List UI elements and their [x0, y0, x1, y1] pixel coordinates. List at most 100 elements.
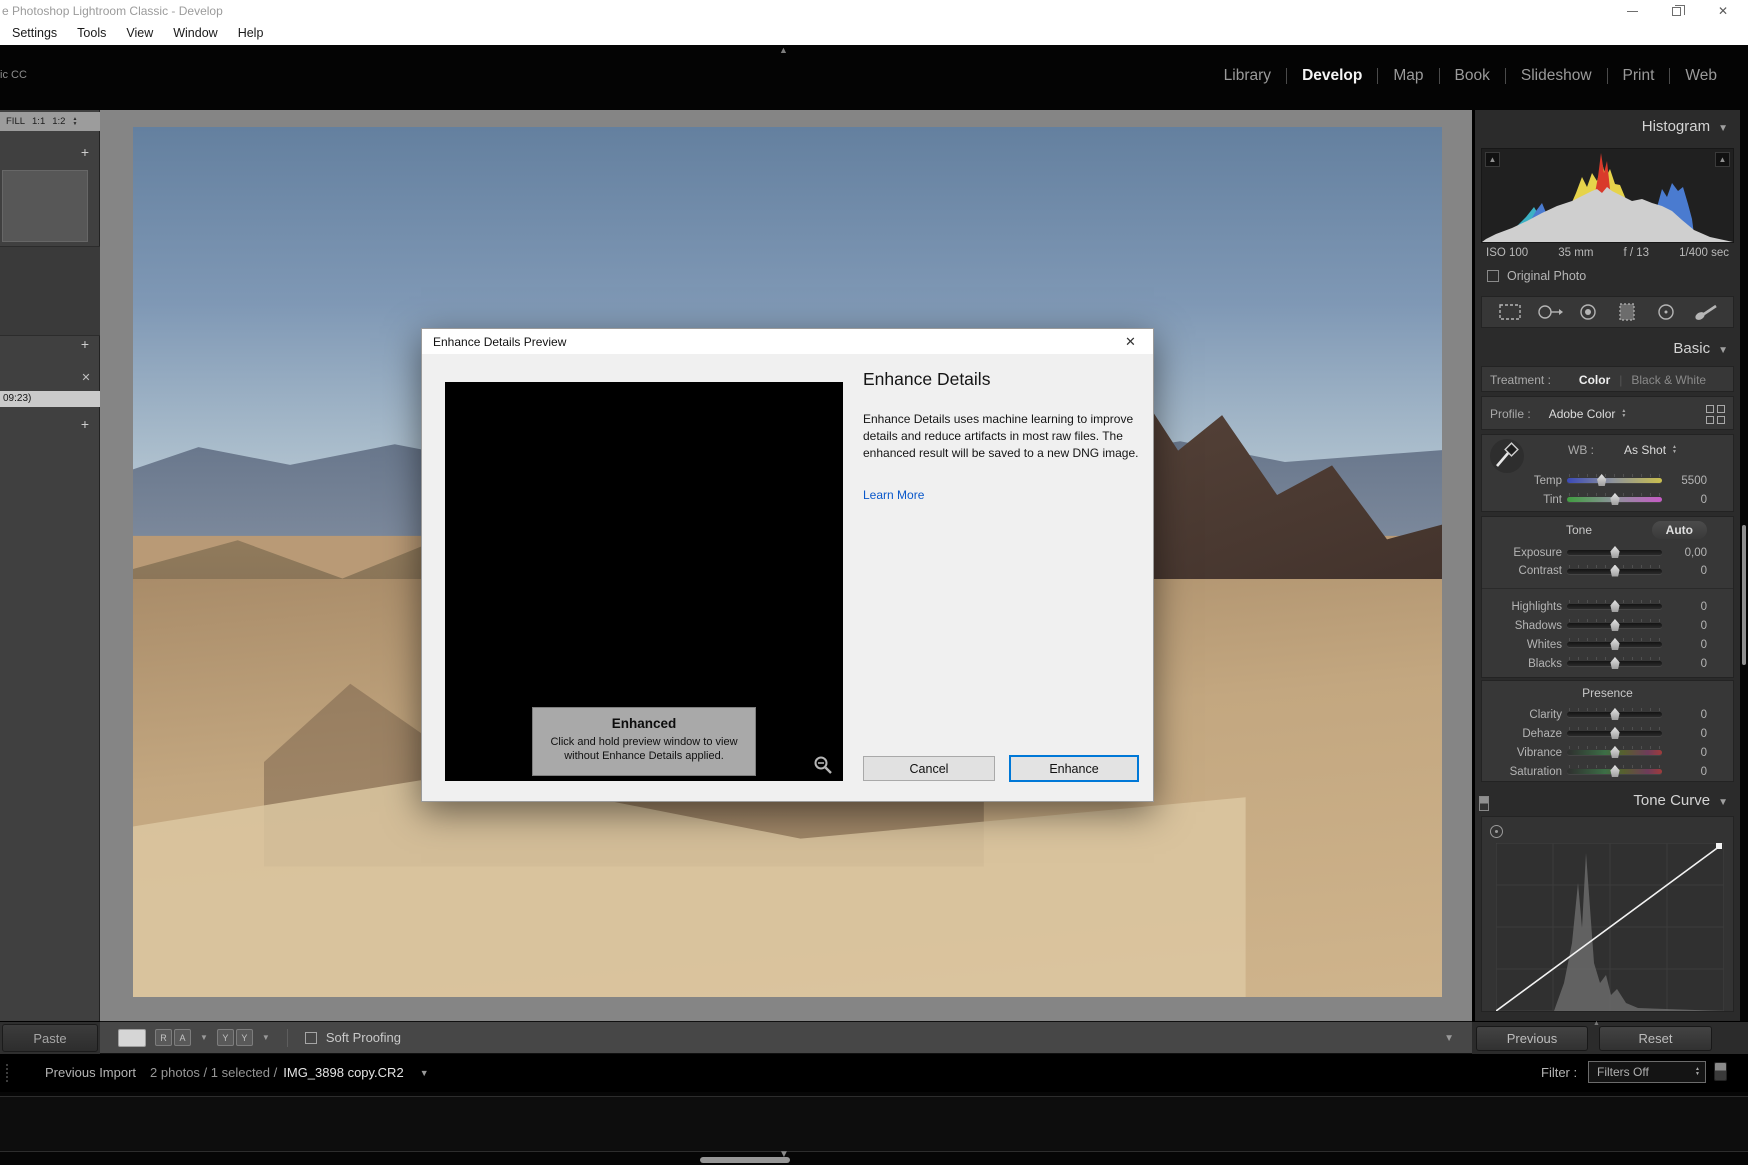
dehaze-slider[interactable] — [1567, 731, 1662, 736]
blacks-slider[interactable] — [1567, 661, 1662, 666]
menu-tools[interactable]: Tools — [67, 22, 116, 45]
restore-button[interactable] — [1653, 0, 1699, 22]
module-map[interactable]: Map — [1378, 67, 1438, 85]
loupe-view-icon[interactable] — [118, 1029, 146, 1047]
treatment-bw-option[interactable]: Black & White — [1631, 373, 1706, 387]
profile-spinner-icon[interactable] — [1621, 409, 1626, 419]
filter-dropdown[interactable]: Filters Off — [1588, 1061, 1706, 1083]
shadow-clipping-icon[interactable] — [1485, 152, 1500, 167]
previous-import-source[interactable]: Previous Import — [45, 1065, 136, 1080]
enhance-preview-window[interactable]: Enhanced Click and hold preview window t… — [445, 382, 843, 781]
module-web[interactable]: Web — [1670, 67, 1732, 85]
toolbar-options-dropdown-icon[interactable] — [1444, 1033, 1454, 1044]
tone-auto-button[interactable]: Auto — [1652, 521, 1707, 539]
highlight-clipping-icon[interactable] — [1715, 152, 1730, 167]
clear-filter-icon[interactable] — [80, 372, 92, 384]
saturation-value: 0 — [1667, 766, 1733, 778]
minimize-button[interactable] — [1609, 0, 1655, 22]
spot-removal-tool-icon[interactable] — [1533, 300, 1565, 324]
exposure-value: 0,00 — [1667, 547, 1733, 559]
zoom-preset-1-2[interactable]: 1:2 — [52, 116, 65, 127]
radial-filter-tool-icon[interactable] — [1650, 300, 1682, 324]
learn-more-link[interactable]: Learn More — [863, 488, 924, 502]
before-view-button[interactable]: Y — [217, 1029, 234, 1046]
previous-button[interactable]: Previous — [1476, 1026, 1588, 1051]
tone-curve-panel-header[interactable]: Tone Curve — [1633, 792, 1728, 809]
zoom-preset-fill[interactable]: FILL — [6, 116, 25, 127]
enhance-button[interactable]: Enhance — [1009, 755, 1139, 782]
close-button[interactable] — [1700, 0, 1746, 22]
vibrance-slider[interactable] — [1567, 750, 1662, 755]
wb-dropdown[interactable]: As Shot — [1624, 443, 1666, 457]
right-scrollbar-track[interactable] — [1740, 110, 1748, 1021]
profile-browser-icon[interactable] — [1706, 405, 1725, 424]
collections-section — [0, 246, 100, 336]
filmstrip-scrollbar-thumb[interactable] — [700, 1157, 790, 1163]
module-slideshow[interactable]: Slideshow — [1506, 67, 1607, 85]
soft-proofing-checkbox[interactable] — [305, 1032, 317, 1044]
filmstrip-track[interactable] — [0, 1096, 1748, 1152]
zoom-preset-1-1[interactable]: 1:1 — [32, 116, 45, 127]
selection-info: 2 photos / 1 selected / — [150, 1065, 277, 1080]
folders-add-button[interactable] — [78, 418, 92, 432]
selected-filename[interactable]: IMG_3898 copy.CR2 — [283, 1065, 403, 1080]
tone-curve-box — [1481, 816, 1734, 1012]
histogram-display[interactable] — [1481, 148, 1734, 243]
filename-dropdown-icon[interactable] — [420, 1068, 429, 1078]
clarity-slider[interactable] — [1567, 712, 1662, 717]
after-view-button[interactable]: Y — [236, 1029, 253, 1046]
zoom-out-icon[interactable] — [813, 755, 833, 775]
tint-slider[interactable] — [1567, 497, 1662, 502]
saturation-slider[interactable] — [1567, 769, 1662, 774]
red-eye-tool-icon[interactable] — [1572, 300, 1604, 324]
paste-button[interactable]: Paste — [2, 1024, 98, 1052]
menu-settings[interactable]: Settings — [2, 22, 67, 45]
collections-add-button[interactable] — [78, 338, 92, 352]
panel-add-button[interactable] — [78, 146, 92, 160]
histogram-panel-header[interactable]: Histogram — [1642, 118, 1728, 135]
dialog-title-bar[interactable]: Enhance Details Preview — [422, 329, 1153, 354]
tone-curve-panel-switch-icon[interactable] — [1479, 796, 1489, 811]
temp-slider[interactable] — [1567, 478, 1662, 483]
graduated-filter-tool-icon[interactable] — [1611, 300, 1643, 324]
reset-button[interactable]: Reset — [1599, 1026, 1712, 1051]
show-top-panel-arrow-icon[interactable] — [779, 46, 788, 55]
filter-enable-switch[interactable] — [1714, 1062, 1727, 1081]
menu-help[interactable]: Help — [228, 22, 274, 45]
wb-spinner-icon[interactable] — [1672, 445, 1677, 455]
treatment-color-option[interactable]: Color — [1579, 373, 1610, 387]
exposure-slider[interactable] — [1567, 550, 1662, 555]
reference-view-a-button[interactable]: A — [174, 1029, 191, 1046]
highlights-slider[interactable] — [1567, 604, 1662, 609]
highlights-value: 0 — [1667, 601, 1733, 613]
tone-curve-graph[interactable] — [1496, 843, 1724, 1011]
reference-view-dropdown-icon[interactable] — [200, 1033, 208, 1042]
original-photo-checkbox[interactable] — [1487, 270, 1499, 282]
dialog-close-button[interactable] — [1108, 329, 1153, 354]
right-scrollbar-thumb[interactable] — [1742, 525, 1746, 665]
basic-panel-header[interactable]: Basic — [1673, 340, 1728, 357]
white-balance-eyedropper-icon[interactable] — [1490, 439, 1524, 473]
menu-window[interactable]: Window — [163, 22, 227, 45]
zoom-preset-spinner-icon[interactable] — [72, 117, 77, 127]
crop-overlay-tool-icon[interactable] — [1494, 300, 1526, 324]
collection-item-selected[interactable]: 09:23) — [0, 391, 100, 407]
before-after-dropdown-icon[interactable] — [262, 1033, 270, 1042]
cancel-button[interactable]: Cancel — [863, 756, 995, 781]
grip-handle-icon[interactable] — [6, 1064, 8, 1082]
whites-slider[interactable] — [1567, 642, 1662, 647]
reference-view-r-button[interactable]: R — [155, 1029, 172, 1046]
module-library[interactable]: Library — [1209, 67, 1286, 85]
navigator-zoom-presets: FILL 1:1 1:2 — [0, 112, 100, 131]
left-panel: FILL 1:1 1:2 09:23) — [0, 110, 100, 1021]
module-develop[interactable]: Develop — [1287, 67, 1377, 85]
module-print[interactable]: Print — [1608, 67, 1670, 85]
profile-dropdown[interactable]: Adobe Color — [1549, 407, 1616, 421]
contrast-slider[interactable] — [1567, 569, 1662, 574]
menu-view[interactable]: View — [116, 22, 163, 45]
shadows-slider[interactable] — [1567, 623, 1662, 628]
navigator-preview[interactable] — [2, 170, 88, 242]
adjustment-brush-tool-icon[interactable] — [1689, 300, 1721, 324]
targeted-adjustment-icon[interactable] — [1490, 825, 1503, 838]
module-book[interactable]: Book — [1440, 67, 1505, 85]
